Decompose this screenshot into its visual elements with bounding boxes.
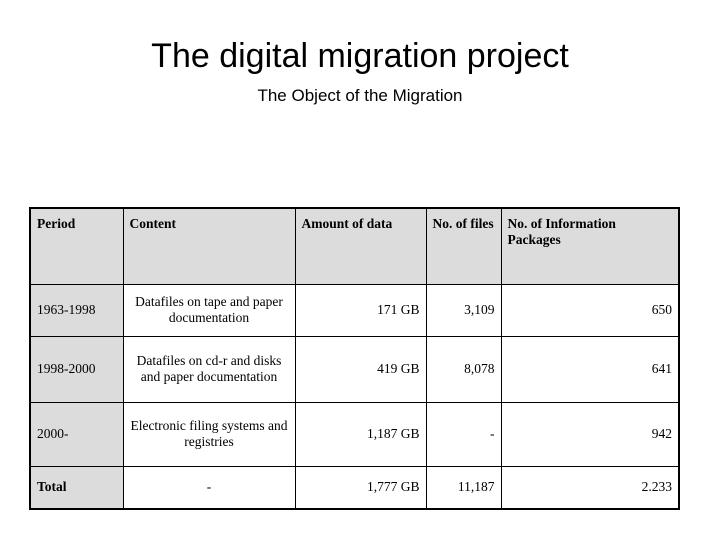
migration-table-container: Period Content Amount of data No. of fil… <box>29 207 680 510</box>
cell-packages: 641 <box>500 335 680 403</box>
cell-content: Electronic filing systems and registries <box>122 401 296 467</box>
cell-files: 8,078 <box>425 335 502 403</box>
column-header-period: Period <box>29 207 124 285</box>
table-header-row: Period Content Amount of data No. of fil… <box>29 207 680 285</box>
cell-files: 11,187 <box>425 465 502 510</box>
slide-canvas: The digital migration project The Object… <box>0 0 720 540</box>
page-title: The digital migration project <box>151 37 569 75</box>
cell-period: 1998-2000 <box>29 335 124 403</box>
title-block: The digital migration project The Object… <box>0 36 720 107</box>
cell-amount: 171 GB <box>294 283 427 337</box>
column-header-packages: No. of Information Packages <box>500 207 680 285</box>
column-header-content: Content <box>122 207 296 285</box>
cell-packages: 650 <box>500 283 680 337</box>
table-row: 1963-1998 Datafiles on tape and paper do… <box>29 283 680 337</box>
cell-content: Datafiles on cd-r and disks and paper do… <box>122 335 296 403</box>
cell-amount: 419 GB <box>294 335 427 403</box>
table-total-row: Total - 1,777 GB 11,187 2.233 <box>29 465 680 510</box>
page-subtitle: The Object of the Migration <box>257 86 463 105</box>
column-header-files: No. of files <box>425 207 502 285</box>
cell-packages: 2.233 <box>500 465 680 510</box>
cell-amount: 1,777 GB <box>294 465 427 510</box>
cell-packages: 942 <box>500 401 680 467</box>
cell-content: - <box>122 465 296 510</box>
cell-files: - <box>425 401 502 467</box>
cell-content: Datafiles on tape and paper documentatio… <box>122 283 296 337</box>
table-row: 1998-2000 Datafiles on cd-r and disks an… <box>29 335 680 403</box>
table-row: 2000- Electronic filing systems and regi… <box>29 401 680 467</box>
cell-period-total: Total <box>29 465 124 510</box>
cell-amount: 1,187 GB <box>294 401 427 467</box>
cell-files: 3,109 <box>425 283 502 337</box>
column-header-amount: Amount of data <box>294 207 427 285</box>
cell-period: 2000- <box>29 401 124 467</box>
migration-table: Period Content Amount of data No. of fil… <box>29 207 680 510</box>
cell-period: 1963-1998 <box>29 283 124 337</box>
